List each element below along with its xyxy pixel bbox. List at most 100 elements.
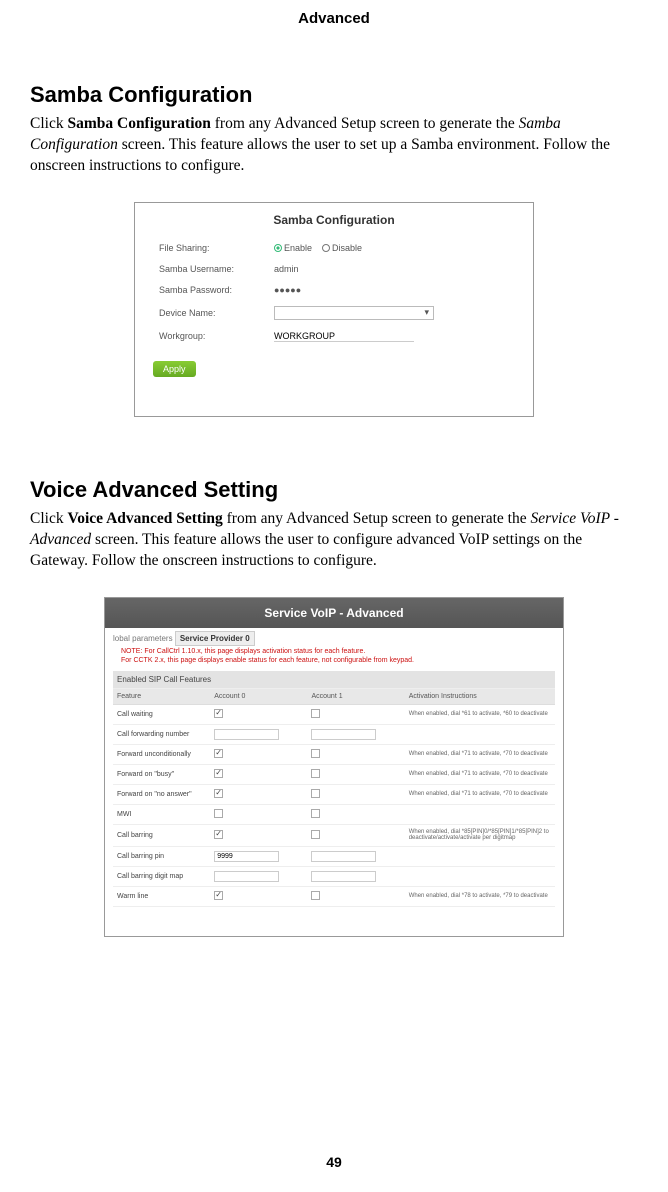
apply-button[interactable]: Apply (153, 361, 196, 377)
account-1-cell (307, 866, 404, 886)
instructions-cell (405, 804, 555, 824)
feature-cell: Call forwarding number (113, 724, 210, 744)
checkbox-checked[interactable] (214, 891, 223, 900)
account-0-cell (210, 804, 307, 824)
text: screen. This feature allows the user to … (30, 531, 582, 569)
samba-link-text: Samba Configuration (67, 115, 210, 132)
checkbox-checked[interactable] (214, 830, 223, 839)
checkbox-checked[interactable] (214, 789, 223, 798)
account-0-cell (210, 744, 307, 764)
voip-tabs: lobal parameters Service Provider 0 (113, 634, 555, 643)
account-1-cell (307, 744, 404, 764)
tab-service-provider-0[interactable]: Service Provider 0 (175, 631, 255, 646)
account-0-cell (210, 784, 307, 804)
col-instructions: Activation Instructions (405, 688, 555, 704)
workgroup-input[interactable] (274, 331, 414, 342)
account-1-cell (307, 824, 404, 846)
file-sharing-label: File Sharing: (149, 243, 274, 253)
text: screen. This feature allows the user to … (30, 136, 610, 174)
instructions-cell (405, 866, 555, 886)
text: from any Advanced Setup screen to genera… (223, 510, 531, 527)
checkbox-unchecked[interactable] (311, 789, 320, 798)
voice-link-text: Voice Advanced Setting (67, 510, 222, 527)
account-0-cell (210, 866, 307, 886)
account-1-cell (307, 886, 404, 906)
table-row: Call barring pin (113, 846, 555, 866)
instructions-cell: When enabled, dial *85[PIN]0/*85[PIN]1/*… (405, 824, 555, 846)
col-account-1: Account 1 (307, 688, 404, 704)
checkbox-unchecked[interactable] (311, 749, 320, 758)
table-row: Forward on "no answer" When enabled, dial… (113, 784, 555, 804)
text: Click (30, 510, 67, 527)
account-0-cell (210, 724, 307, 744)
account-1-cell (307, 764, 404, 784)
col-feature: Feature (113, 688, 210, 704)
text-input[interactable] (214, 871, 279, 882)
note-line-2: For CCTK 2.x, this page displays enable … (121, 657, 414, 664)
checkbox-unchecked[interactable] (311, 891, 320, 900)
text-input[interactable] (311, 729, 376, 740)
account-0-cell (210, 824, 307, 846)
table-row: Call forwarding number (113, 724, 555, 744)
voice-paragraph: Click Voice Advanced Setting from any Ad… (30, 509, 638, 572)
table-row: Call barringWhen enabled, dial *85[PIN]0… (113, 824, 555, 846)
account-1-cell (307, 724, 404, 744)
checkbox-unchecked[interactable] (311, 769, 320, 778)
text-input[interactable] (311, 851, 376, 862)
samba-username-value[interactable]: admin (274, 264, 299, 274)
text-input[interactable] (214, 851, 279, 862)
samba-heading: Samba Configuration (30, 82, 638, 108)
feature-cell: MWI (113, 804, 210, 824)
radio-disable[interactable] (322, 244, 330, 252)
text-input[interactable] (311, 871, 376, 882)
device-name-label: Device Name: (149, 308, 274, 318)
feature-cell: Forward on "busy" (113, 764, 210, 784)
checkbox-checked[interactable] (214, 769, 223, 778)
samba-ss-title: Samba Configuration (149, 213, 519, 227)
samba-password-label: Samba Password: (149, 285, 274, 295)
feature-cell: Forward on "no answer" (113, 784, 210, 804)
instructions-cell: When enabled, dial *71 to activate, *70 … (405, 744, 555, 764)
checkbox-unchecked[interactable] (311, 809, 320, 818)
table-row: Call barring digit map (113, 866, 555, 886)
voip-features-table: Enabled SIP Call Features Feature Accoun… (113, 671, 555, 907)
feature-cell: Warm line (113, 886, 210, 906)
account-1-cell (307, 804, 404, 824)
instructions-cell: When enabled, dial *78 to activate, *79 … (405, 886, 555, 906)
voip-screenshot: Service VoIP - Advanced lobal parameters… (104, 597, 564, 937)
samba-password-value[interactable]: ●●●●● (274, 285, 301, 295)
enable-label: Enable (284, 243, 312, 253)
text: from any Advanced Setup screen to genera… (211, 115, 519, 132)
instructions-cell (405, 846, 555, 866)
account-0-cell (210, 704, 307, 724)
tab-global[interactable]: lobal parameters (113, 634, 173, 643)
samba-username-label: Samba Username: (149, 264, 274, 274)
account-0-cell (210, 886, 307, 906)
page-number: 49 (0, 1154, 668, 1170)
checkbox-checked[interactable] (214, 709, 223, 718)
text: Click (30, 115, 67, 132)
note-line-1: NOTE: For CallCtrl 1.10.x, this page dis… (121, 648, 365, 655)
instructions-cell: When enabled, dial *61 to activate, *60 … (405, 704, 555, 724)
text-input[interactable] (214, 729, 279, 740)
account-1-cell (307, 704, 404, 724)
checkbox-unchecked[interactable] (214, 809, 223, 818)
table-row: Call waitingWhen enabled, dial *61 to ac… (113, 704, 555, 724)
voice-heading: Voice Advanced Setting (30, 477, 638, 503)
table-row: Warm line When enabled, dial *78 to activ… (113, 886, 555, 906)
checkbox-checked[interactable] (214, 749, 223, 758)
table-row: Forward unconditionallyWhen enabled, dia… (113, 744, 555, 764)
checkbox-unchecked[interactable] (311, 830, 320, 839)
section-header: Enabled SIP Call Features (113, 671, 555, 689)
checkbox-unchecked[interactable] (311, 709, 320, 718)
instructions-cell: When enabled, dial *71 to activate, *70 … (405, 784, 555, 804)
device-name-select[interactable]: ▾ (274, 306, 434, 320)
table-row: MWI (113, 804, 555, 824)
samba-paragraph: Click Samba Configuration from any Advan… (30, 114, 638, 177)
radio-enable[interactable] (274, 244, 282, 252)
instructions-cell (405, 724, 555, 744)
account-0-cell (210, 764, 307, 784)
workgroup-label: Workgroup: (149, 331, 274, 341)
col-account-0: Account 0 (210, 688, 307, 704)
feature-cell: Call barring digit map (113, 866, 210, 886)
